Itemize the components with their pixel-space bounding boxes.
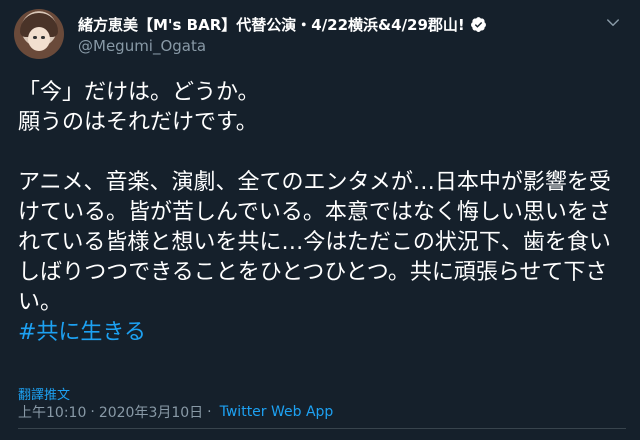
tweet-line-2: 願うのはそれだけです。	[18, 110, 258, 135]
tweet-time[interactable]: 上午10:10	[18, 402, 86, 422]
source-app-link[interactable]: Twitter Web App	[220, 404, 334, 420]
meta-separator: ·	[90, 404, 95, 420]
avatar-eye-left	[33, 36, 37, 39]
tweet-meta: 上午10:10 · 2020年3月10日 · Twitter Web App	[18, 402, 333, 422]
tweet-card: 緒方恵美【M's BAR】代替公演・4/22横浜&4/29郡山! @Megumi…	[0, 0, 640, 440]
avatar[interactable]	[14, 9, 64, 59]
tweet-date[interactable]: 2020年3月10日	[99, 402, 203, 422]
avatar-face	[28, 27, 50, 51]
display-name[interactable]: 緒方恵美【M's BAR】代替公演・4/22横浜&4/29郡山!	[78, 14, 465, 35]
translate-tweet-link[interactable]: 翻譯推文	[18, 384, 70, 403]
tweet-paragraph: アニメ、音楽、演劇、全てのエンタメが…日本中が影響を受けている。皆が苦しんでいる…	[18, 170, 611, 315]
tweet-header: 緒方恵美【M's BAR】代替公演・4/22横浜&4/29郡山! @Megumi…	[14, 8, 626, 60]
verified-badge-icon	[470, 16, 486, 32]
divider	[18, 428, 626, 429]
user-info: 緒方恵美【M's BAR】代替公演・4/22横浜&4/29郡山! @Megumi…	[78, 13, 626, 55]
name-row: 緒方恵美【M's BAR】代替公演・4/22横浜&4/29郡山!	[78, 13, 626, 35]
chevron-down-icon[interactable]	[604, 14, 622, 32]
tweet-line-1: 「今」だけは。どうか。	[18, 80, 260, 105]
handle[interactable]: @Megumi_Ogata	[78, 37, 626, 55]
avatar-eye-right	[41, 36, 45, 39]
tweet-text: 「今」だけは。どうか。 願うのはそれだけです。 アニメ、音楽、演劇、全てのエンタ…	[18, 78, 626, 348]
hashtag-link[interactable]: #共に生きる	[18, 318, 626, 348]
meta-separator-2: ·	[207, 404, 212, 420]
